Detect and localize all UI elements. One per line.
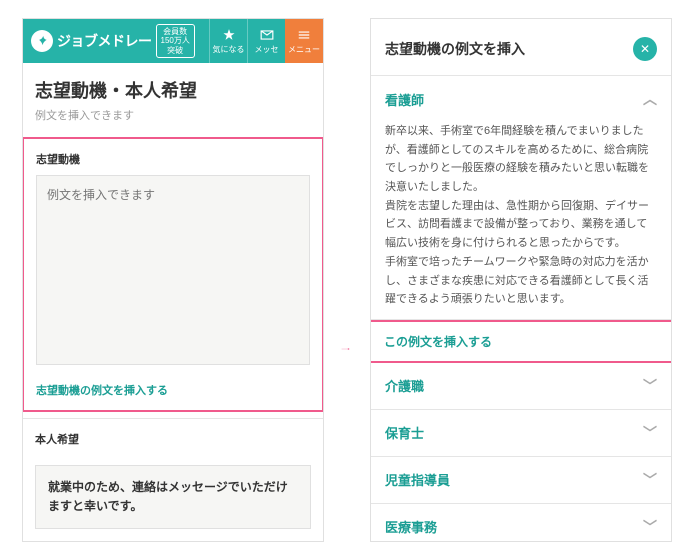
header-btn-label: 気になる	[213, 44, 245, 55]
accordion-header-childcare[interactable]: 保育士 ﹀	[371, 410, 671, 456]
chevron-down-icon: ﹀	[643, 423, 657, 443]
favorites-button[interactable]: 気になる	[209, 19, 247, 63]
motivation-textarea[interactable]	[36, 175, 310, 365]
member-badge: 会員数 150万人 突破	[156, 24, 195, 59]
accordion-header-caregiver[interactable]: 介護職 ﹀	[371, 363, 671, 409]
connector-arrow-icon	[318, 348, 373, 350]
modal-title: 志望動機の例文を挿入	[385, 39, 525, 59]
badge-line: 突破	[161, 46, 190, 56]
page-title: 志望動機・本人希望	[35, 77, 311, 103]
insert-this-example-button[interactable]: この例文を挿入する	[370, 320, 672, 363]
accordion-header-nurse[interactable]: 看護師 ︿	[371, 76, 671, 122]
motivation-section-highlight: 志望動機 志望動機の例文を挿入する	[22, 137, 324, 412]
chevron-down-icon: ﹀	[643, 470, 657, 490]
close-button[interactable]: ✕	[633, 37, 657, 61]
phone-right: 志望動機の例文を挿入 ✕ 看護師 ︿ 新卒以来、手術室で6年間経験を積んでまいり…	[370, 18, 672, 542]
close-icon: ✕	[640, 42, 650, 56]
accordion-item: 児童指導員 ﹀	[371, 457, 671, 504]
accordion: 看護師 ︿ 新卒以来、手術室で6年間経験を積んでまいりましたが、看護師としてのス…	[371, 75, 671, 542]
chevron-down-icon: ﹀	[643, 376, 657, 396]
badge-line: 150万人	[161, 36, 190, 46]
chevron-down-icon: ﹀	[643, 517, 657, 537]
accordion-item: 医療事務 ﹀	[371, 504, 671, 542]
app-header: ジョブメドレー 会員数 150万人 突破 気になる メッセ メニュー	[23, 19, 323, 63]
page-subtitle: 例文を挿入できます	[35, 107, 311, 123]
header-btn-label: メッセ	[255, 44, 279, 55]
hamburger-icon	[297, 28, 311, 42]
example-body: 新卒以来、手術室で6年間経験を積んでまいりましたが、看護師としてのスキルを高める…	[371, 122, 671, 319]
header-btn-label: メニュー	[288, 44, 320, 55]
accordion-label: 介護職	[385, 376, 424, 395]
insert-example-link[interactable]: 志望動機の例文を挿入する	[24, 370, 322, 410]
logo-text: ジョブメドレー	[57, 31, 152, 51]
accordion-item: 介護職 ﹀	[371, 363, 671, 410]
star-icon	[222, 28, 236, 42]
modal-header: 志望動機の例文を挿入 ✕	[371, 19, 671, 75]
logo-icon	[31, 30, 53, 52]
page-body: 志望動機・本人希望 例文を挿入できます	[23, 63, 323, 123]
badge-line: 会員数	[161, 27, 190, 37]
accordion-label: 保育士	[385, 423, 424, 442]
logo[interactable]: ジョブメドレー	[23, 19, 152, 63]
menu-button[interactable]: メニュー	[285, 19, 323, 63]
accordion-item-expanded: 看護師 ︿ 新卒以来、手術室で6年間経験を積んでまいりましたが、看護師としてのス…	[371, 76, 671, 320]
accordion-header-medical-office[interactable]: 医療事務 ﹀	[371, 504, 671, 542]
accordion-item: 保育士 ﹀	[371, 410, 671, 457]
envelope-icon	[260, 28, 274, 42]
messages-button[interactable]: メッセ	[247, 19, 285, 63]
accordion-label: 医療事務	[385, 517, 437, 536]
preferences-textarea[interactable]: 就業中のため、連絡はメッセージでいただけますと幸いです。	[35, 465, 311, 529]
section-label-preferences: 本人希望	[23, 419, 323, 455]
preferences-section: 本人希望 就業中のため、連絡はメッセージでいただけますと幸いです。	[23, 418, 323, 529]
accordion-header-childguide[interactable]: 児童指導員 ﹀	[371, 457, 671, 503]
chevron-up-icon: ︿	[643, 89, 657, 109]
accordion-label: 看護師	[385, 90, 424, 109]
section-label-motivation: 志望動機	[24, 139, 322, 175]
accordion-label: 児童指導員	[385, 470, 450, 489]
phone-left: ジョブメドレー 会員数 150万人 突破 気になる メッセ メニュー 志望動機・…	[22, 18, 324, 542]
